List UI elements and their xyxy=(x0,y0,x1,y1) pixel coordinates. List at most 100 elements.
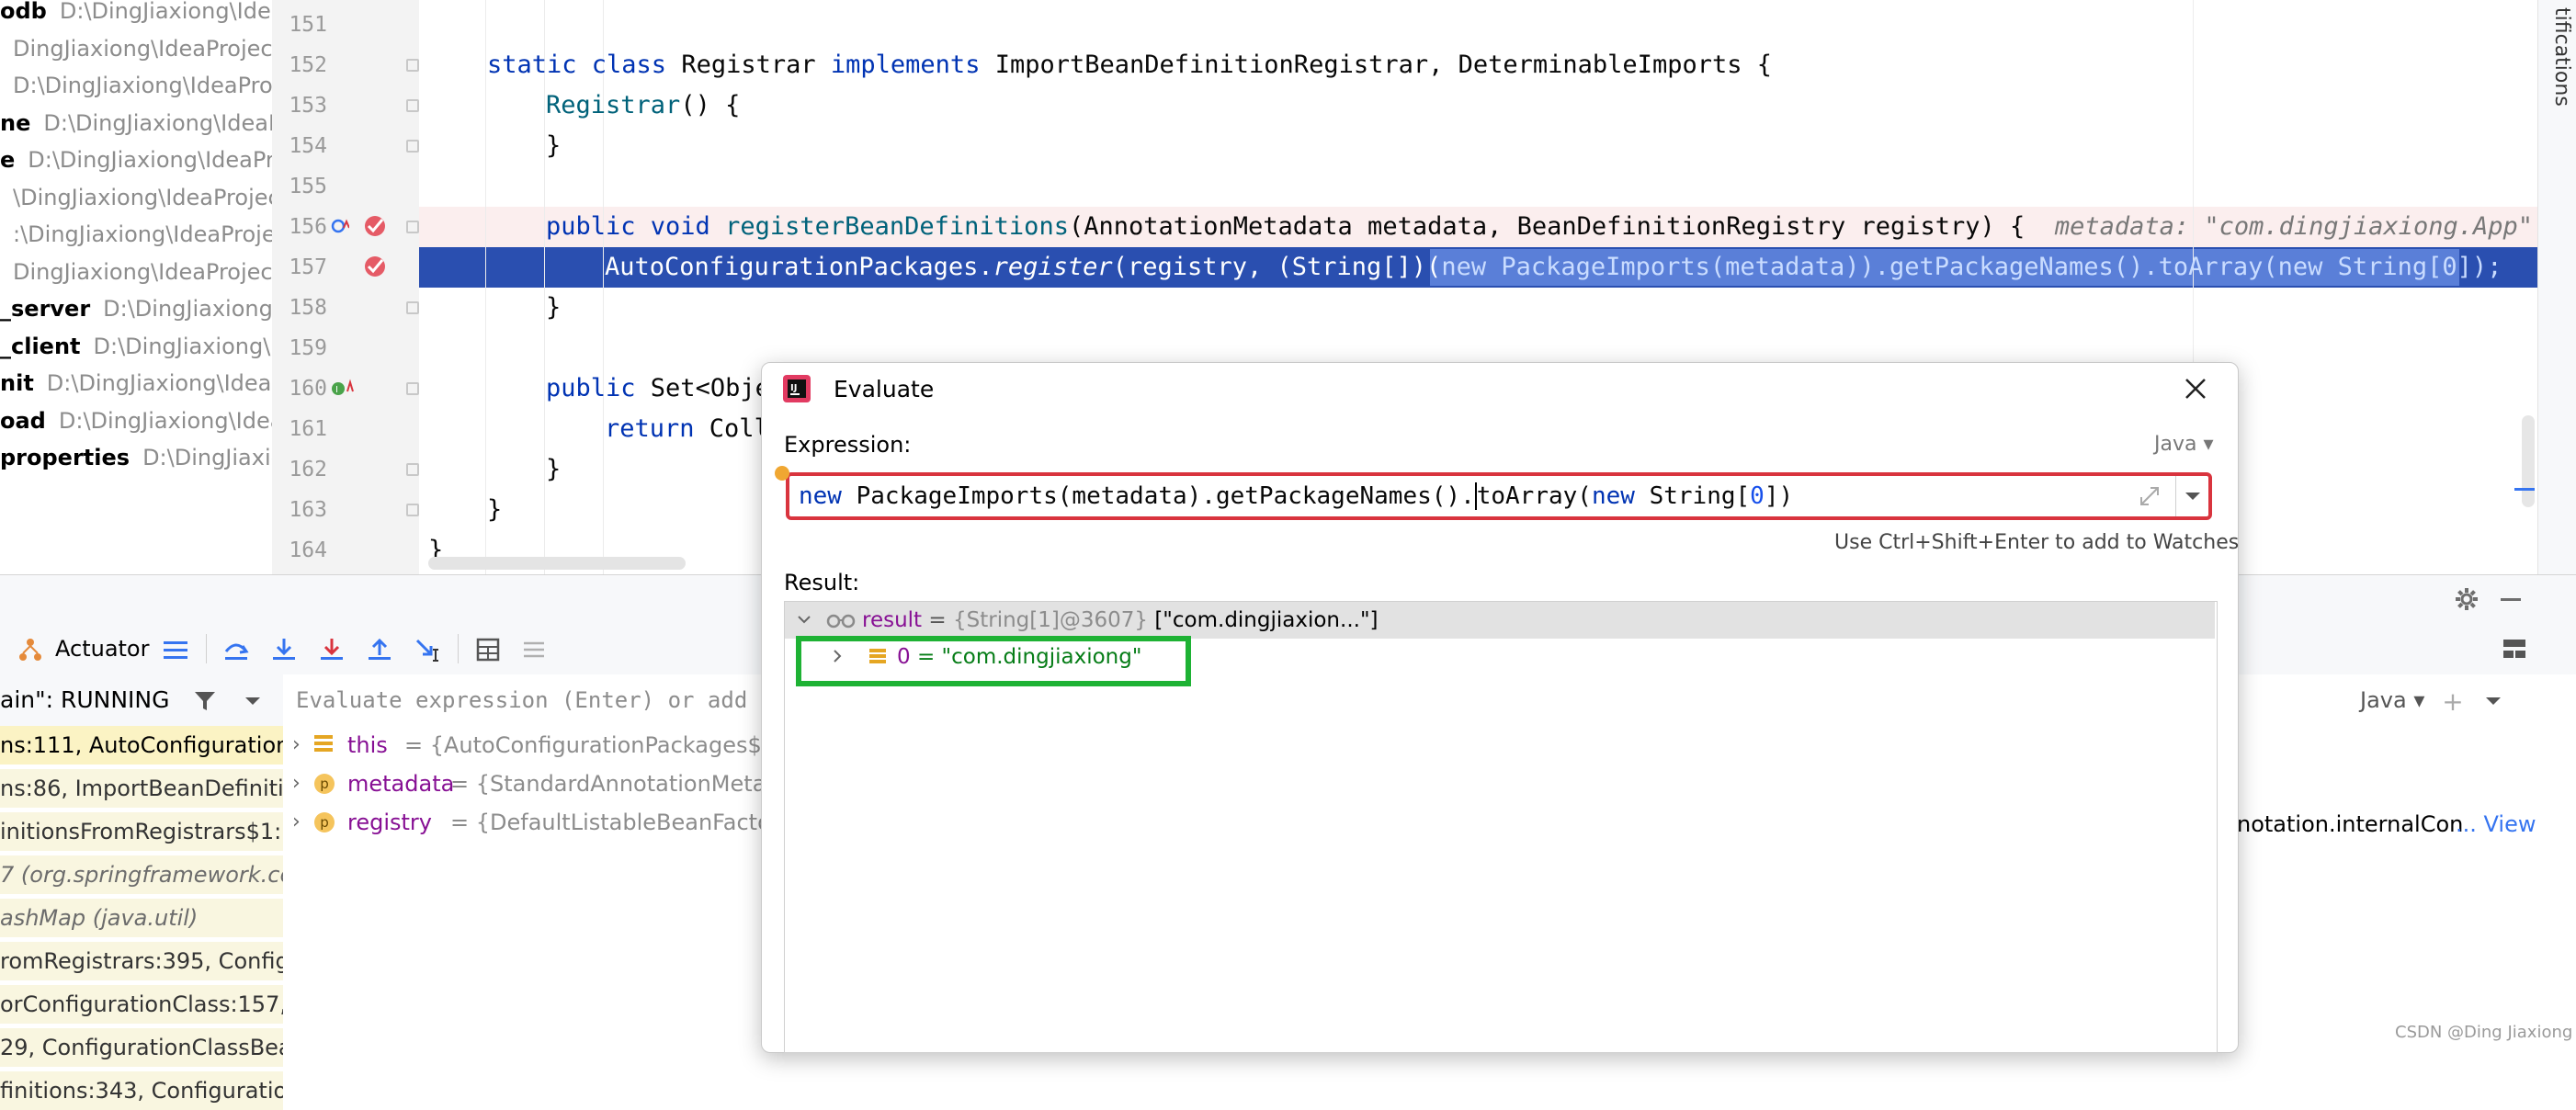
line-number: 155 xyxy=(289,175,327,198)
result-text: result = {String[1]@3607} ["com.dingjiax… xyxy=(862,608,1379,632)
run-to-cursor-icon[interactable] xyxy=(414,636,441,663)
project-module-name: oad xyxy=(0,407,46,434)
project-tree-item[interactable]: DingJiaxiong\IdeaProjects\ xyxy=(0,254,272,290)
variable-value-overflow: notation.internalCon xyxy=(2237,811,2464,837)
chevron-right-icon[interactable]: › xyxy=(292,803,301,842)
code-line-157: AutoConfigurationPackages.register(regis… xyxy=(605,253,2502,281)
fold-marker-icon[interactable] xyxy=(406,221,419,233)
step-over-icon[interactable] xyxy=(222,636,250,663)
horizontal-scrollbar[interactable] xyxy=(428,557,686,570)
layout-icon[interactable] xyxy=(2500,634,2529,663)
project-tree-panel: odb D:\DingJiaxiong\IdeaProjects\ DingJiax… xyxy=(0,0,273,574)
vertical-scrollbar[interactable] xyxy=(2522,415,2535,507)
project-tree-item[interactable]: properties D:\DingJiaxion xyxy=(0,439,272,476)
minimize-icon[interactable] xyxy=(2496,584,2525,614)
force-step-into-icon[interactable] xyxy=(318,636,346,663)
project-tree-item[interactable]: nit D:\DingJiaxiong\IdeaProje xyxy=(0,365,272,402)
expression-input[interactable]: new PackageImports(metadata).getPackageN… xyxy=(786,472,2212,520)
chevron-right-icon[interactable]: › xyxy=(292,765,301,803)
code-line-163: } xyxy=(487,495,503,524)
project-tree-item[interactable]: DingJiaxiong\IdeaProjects\ xyxy=(0,30,272,67)
code-line-160: public Set<Obje xyxy=(546,374,770,402)
field-icon xyxy=(314,735,333,753)
project-module-path: D:\DingJiaxiong\Ide xyxy=(103,296,273,322)
step-into-icon[interactable] xyxy=(270,636,298,663)
filter-icon[interactable] xyxy=(191,687,219,715)
menu-icon[interactable] xyxy=(162,636,189,663)
project-module-name: e xyxy=(0,147,16,173)
stack-frame[interactable]: ns:111, AutoConfigurationP xyxy=(0,726,283,765)
result-root-row[interactable]: result = {String[1]@3607} ["com.dingjiax… xyxy=(785,602,2215,639)
chevron-down-icon[interactable] xyxy=(796,611,814,629)
stack-frame[interactable]: initionsFromRegistrars$1:3 xyxy=(0,812,283,851)
scroll-marker xyxy=(2514,488,2535,491)
code-line-156: public void registerBeanDefinitions(Anno… xyxy=(546,212,2533,241)
implements-marker-icon[interactable]: I xyxy=(331,379,357,399)
stack-frame[interactable]: romRegistrars:395, Configu xyxy=(0,942,283,980)
view-link[interactable]: ... View xyxy=(2456,805,2536,844)
line-number: 162 xyxy=(289,458,327,481)
line-number: 159 xyxy=(289,336,327,360)
project-module-path: \DingJiaxiong\IdeaProjects\ xyxy=(13,184,272,210)
add-watch-icon[interactable]: + xyxy=(2439,686,2467,717)
fold-marker-icon[interactable] xyxy=(406,382,419,395)
svg-text:I: I xyxy=(335,385,338,395)
highlight-annotation-box xyxy=(796,636,1191,686)
project-tree-item[interactable]: ne D:\DingJiaxiong\IdeaProjects\ xyxy=(0,105,272,142)
fold-marker-icon[interactable] xyxy=(406,140,419,153)
breakpoint-check-icon[interactable] xyxy=(362,254,388,279)
actuator-tab[interactable]: Actuator xyxy=(55,634,149,663)
project-tree-item[interactable]: D:\DingJiaxiong\IdeaProjects\ xyxy=(0,67,272,104)
project-module-name: _server xyxy=(0,296,91,322)
project-module-name: _client xyxy=(0,333,81,359)
code-line-161: return Coll xyxy=(605,414,769,443)
step-out-icon[interactable] xyxy=(366,636,393,663)
parameter-icon: p xyxy=(314,812,335,832)
fold-marker-icon[interactable] xyxy=(406,504,419,516)
project-module-path: D:\DingJiaxiong\IdeaP xyxy=(58,407,272,434)
breakpoint-check-icon[interactable] xyxy=(362,213,388,239)
history-dropdown-icon[interactable] xyxy=(2179,483,2207,509)
stack-frame[interactable]: 29, ConfigurationClassBea xyxy=(0,1028,283,1067)
variable-value: = {StandardAnnotationMeta xyxy=(450,771,766,797)
project-module-path: D:\DingJiaxiong\IdeaProjects\ xyxy=(28,147,272,173)
fold-marker-icon[interactable] xyxy=(406,59,419,72)
stack-frame[interactable]: finitions:343, Configuratio xyxy=(0,1071,283,1110)
project-tree-item[interactable]: odb D:\DingJiaxiong\IdeaProjects\ xyxy=(0,0,272,29)
close-icon[interactable] xyxy=(2180,373,2211,404)
gear-icon[interactable] xyxy=(2452,584,2481,614)
project-tree-item[interactable]: \DingJiaxiong\IdeaProjects\ xyxy=(0,179,272,216)
project-module-path: D:\DingJiaxiong\IdeaProje xyxy=(46,370,272,396)
chevron-down-icon[interactable] xyxy=(239,687,267,715)
thread-selector[interactable]: ain": RUNNING xyxy=(0,674,283,727)
project-module-name: properties xyxy=(0,445,131,470)
project-tree-item[interactable]: _server D:\DingJiaxiong\Ide xyxy=(0,290,273,327)
project-tree-item[interactable]: e D:\DingJiaxiong\IdeaProjects\ xyxy=(0,142,272,178)
thread-label: ain": RUNNING xyxy=(0,686,170,713)
fold-marker-icon[interactable] xyxy=(406,463,419,476)
chevron-right-icon[interactable]: › xyxy=(292,726,301,765)
project-module-path: :\DingJiaxiong\IdeaProjects\ xyxy=(13,221,273,247)
notifications-tab[interactable]: tifications xyxy=(2546,7,2573,108)
code-line-158: } xyxy=(546,293,562,322)
line-number: 152 xyxy=(289,53,327,77)
eval-expression-input[interactable]: Evaluate expression (Enter) or add a xyxy=(296,685,774,715)
dialog-language-selector[interactable]: Java ▾ xyxy=(2154,430,2214,459)
stack-frame[interactable]: ns:86, ImportBeanDefinitio xyxy=(0,769,283,808)
override-marker-icon[interactable] xyxy=(331,217,350,235)
stack-frame[interactable]: ashMap (java.util) xyxy=(0,899,283,937)
project-tree-item[interactable]: _client D:\DingJiaxiong\Ide xyxy=(0,328,272,365)
stack-frame[interactable]: 7 (org.springframework.co xyxy=(0,855,283,894)
chevron-down-icon[interactable] xyxy=(2480,687,2507,715)
expression-text: new PackageImports(metadata).getPackageN… xyxy=(799,482,1794,510)
fold-marker-icon[interactable] xyxy=(406,301,419,314)
language-selector[interactable]: Java ▾ xyxy=(2360,685,2424,715)
fold-marker-icon[interactable] xyxy=(406,99,419,112)
evaluate-icon[interactable] xyxy=(474,636,502,663)
trace-stream-icon[interactable] xyxy=(520,636,548,663)
expand-icon[interactable] xyxy=(2137,483,2162,509)
line-number: 161 xyxy=(289,417,327,441)
project-tree-item[interactable]: :\DingJiaxiong\IdeaProjects\ xyxy=(0,216,273,253)
stack-frame[interactable]: orConfigurationClass:157, C xyxy=(0,985,283,1024)
project-tree-item[interactable]: oad D:\DingJiaxiong\IdeaP xyxy=(0,402,272,439)
